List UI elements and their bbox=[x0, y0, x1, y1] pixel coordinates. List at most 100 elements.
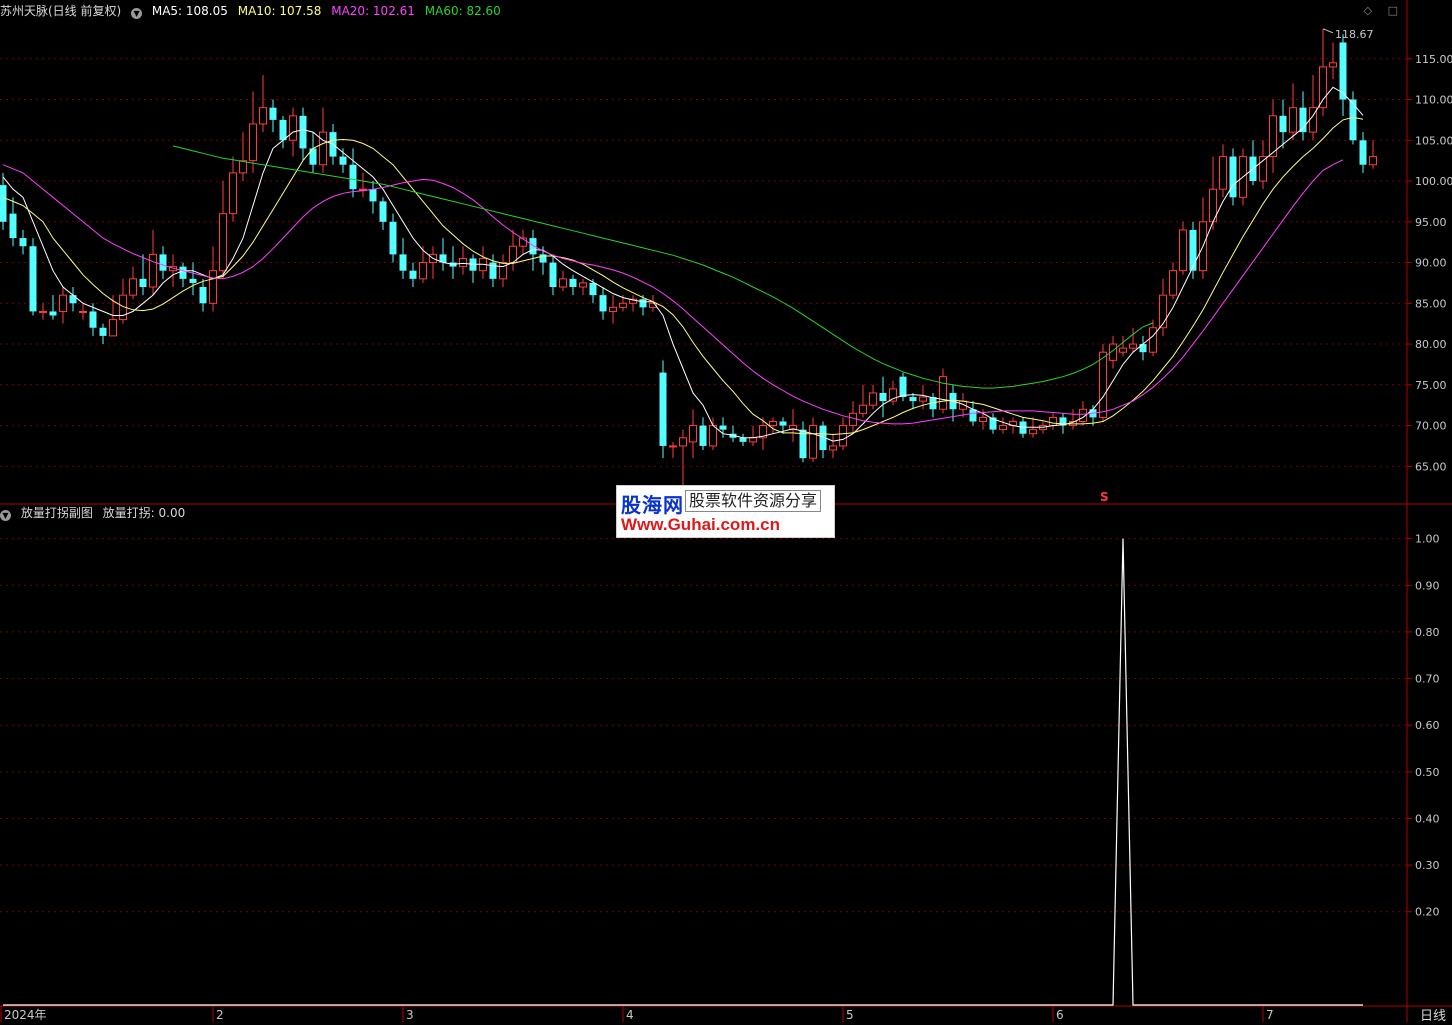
candle bbox=[519, 229, 527, 255]
stock-title[interactable]: 苏州天脉(日线 前复权) bbox=[0, 4, 121, 18]
candle bbox=[179, 262, 187, 287]
candle-body bbox=[419, 262, 427, 280]
candle bbox=[189, 262, 197, 296]
candle bbox=[1359, 132, 1367, 173]
candle-body bbox=[669, 445, 677, 448]
ma5-label: MA5: 108.05 bbox=[151, 4, 228, 18]
candle-body bbox=[879, 392, 887, 402]
candle-body bbox=[1219, 156, 1227, 190]
high-label: 118.67 bbox=[1335, 28, 1374, 41]
candle bbox=[129, 266, 137, 300]
chevron-down-icon[interactable]: ▼ bbox=[0, 510, 11, 521]
candle-body bbox=[859, 404, 867, 414]
candle-body bbox=[59, 294, 67, 312]
candle-body bbox=[709, 425, 717, 447]
candle-body bbox=[279, 119, 287, 141]
candle-body bbox=[809, 425, 817, 459]
candle-body bbox=[219, 213, 227, 272]
candle-body bbox=[599, 295, 607, 312]
candle-body bbox=[849, 412, 857, 427]
candle-body bbox=[159, 254, 167, 271]
candle-body bbox=[1129, 343, 1137, 349]
candle bbox=[199, 278, 207, 312]
candle bbox=[1199, 197, 1207, 279]
candle-body bbox=[89, 311, 97, 328]
candle bbox=[1169, 262, 1177, 300]
candle bbox=[1259, 140, 1267, 190]
candle bbox=[449, 246, 457, 279]
candle bbox=[859, 384, 867, 418]
candle bbox=[139, 254, 147, 296]
period-label[interactable]: 日线 bbox=[1420, 1005, 1446, 1024]
candle bbox=[989, 413, 997, 434]
y-tick-label: 105.00 bbox=[1415, 134, 1452, 147]
candle bbox=[169, 254, 177, 287]
candle-body bbox=[1339, 42, 1347, 100]
candle bbox=[9, 197, 17, 247]
candle bbox=[1229, 148, 1237, 206]
candle bbox=[459, 246, 467, 275]
candle bbox=[819, 421, 827, 459]
candle-body bbox=[319, 131, 327, 166]
candle bbox=[909, 392, 917, 410]
candle bbox=[409, 262, 417, 287]
sub-chart-header: ▼ 放量打拐副图 放量打拐: 0.00 bbox=[0, 504, 191, 522]
candle bbox=[489, 254, 497, 287]
y-tick-label: 95.00 bbox=[1415, 216, 1447, 229]
candle bbox=[259, 75, 267, 133]
candle bbox=[1129, 327, 1137, 353]
candle bbox=[159, 246, 167, 279]
y-tick-label: 1.00 bbox=[1415, 533, 1440, 546]
candle bbox=[709, 417, 717, 451]
candle-body bbox=[339, 156, 347, 165]
candle-body bbox=[1359, 140, 1367, 165]
y-tick-label: 0.90 bbox=[1415, 579, 1440, 592]
candle bbox=[279, 115, 287, 149]
candle bbox=[1119, 335, 1127, 357]
candle-body bbox=[1289, 107, 1297, 133]
candle-body bbox=[369, 189, 377, 202]
candle bbox=[1329, 42, 1337, 80]
candle bbox=[1339, 34, 1347, 116]
candle-body bbox=[79, 310, 87, 313]
y-tick-label: 65.00 bbox=[1415, 460, 1447, 473]
candle-body bbox=[69, 295, 77, 304]
candle-body bbox=[199, 286, 207, 304]
candle bbox=[1049, 413, 1057, 430]
candle bbox=[769, 417, 777, 434]
candle bbox=[549, 254, 557, 296]
candle-body bbox=[299, 115, 307, 149]
chart-stage: 115.00 110.00 105.00 100.00 95.00 90.00 85.00 8… bbox=[0, 0, 1452, 1024]
y-tick-label: 0.80 bbox=[1415, 626, 1440, 639]
candle-body bbox=[499, 262, 507, 280]
candle bbox=[49, 295, 57, 320]
candle bbox=[879, 376, 887, 418]
candle bbox=[509, 229, 517, 271]
candle-body bbox=[1349, 99, 1357, 141]
candle bbox=[239, 132, 247, 182]
window-control-icons[interactable]: ◇ □ bbox=[1364, 4, 1404, 17]
indicator-title[interactable]: 放量打拐副图 bbox=[21, 506, 93, 520]
candle bbox=[59, 286, 67, 324]
candle bbox=[69, 286, 77, 312]
candle bbox=[249, 91, 257, 173]
candle-body bbox=[1149, 327, 1157, 353]
candle-body bbox=[129, 278, 137, 296]
chevron-down-icon[interactable]: ▼ bbox=[131, 8, 143, 19]
x-tick-label: 6 bbox=[1056, 1008, 1064, 1022]
candle bbox=[809, 417, 817, 463]
candle-body bbox=[869, 392, 877, 406]
candle bbox=[1189, 221, 1197, 279]
y-tick-label: 0.40 bbox=[1415, 812, 1440, 825]
candle-body bbox=[409, 270, 417, 279]
y-tick-label: 100.00 bbox=[1415, 175, 1452, 188]
candle bbox=[829, 433, 837, 459]
candle-body bbox=[39, 310, 47, 313]
candle bbox=[599, 286, 607, 320]
candle-body bbox=[619, 302, 627, 308]
candle bbox=[679, 429, 687, 494]
candle-body bbox=[969, 409, 977, 422]
candle bbox=[309, 132, 317, 173]
x-tick-label: 7 bbox=[1266, 1008, 1274, 1022]
candle-body bbox=[689, 425, 697, 443]
